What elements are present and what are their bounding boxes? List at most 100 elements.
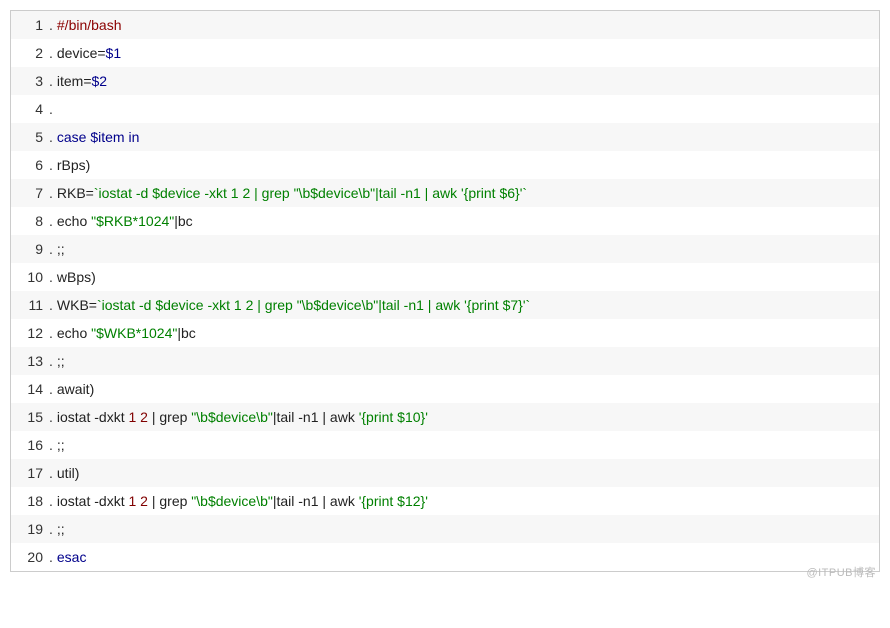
code-token: ;; xyxy=(57,521,65,537)
code-token: `iostat -d $device -xkt 1 2 | grep "\b$d… xyxy=(94,185,527,201)
code-token: wBps) xyxy=(57,269,96,285)
line-number-dot: . xyxy=(49,73,57,89)
line-content: WKB=`iostat -d $device -xkt 1 2 | grep "… xyxy=(57,297,530,313)
line-number-dot: . xyxy=(49,45,57,61)
line-content: RKB=`iostat -d $device -xkt 1 2 | grep "… xyxy=(57,185,527,201)
code-token: in xyxy=(128,129,139,145)
line-number: 5 xyxy=(11,129,49,145)
code-line: 7.RKB=`iostat -d $device -xkt 1 2 | grep… xyxy=(11,179,879,207)
line-number-dot: . xyxy=(49,297,57,313)
code-line: 1.#/bin/bash xyxy=(11,11,879,39)
line-content: util) xyxy=(57,465,80,481)
code-line: 18.iostat -dxkt 1 2 | grep "\b$device\b"… xyxy=(11,487,879,515)
line-number: 9 xyxy=(11,241,49,257)
line-content: await) xyxy=(57,381,94,397)
code-line: 17.util) xyxy=(11,459,879,487)
line-number: 7 xyxy=(11,185,49,201)
code-token: ;; xyxy=(57,241,65,257)
line-content: ;; xyxy=(57,437,65,453)
line-content: iostat -dxkt 1 2 | grep "\b$device\b"|ta… xyxy=(57,493,428,509)
line-number: 18 xyxy=(11,493,49,509)
code-token: $2 xyxy=(92,73,108,89)
code-token: echo xyxy=(57,213,91,229)
line-number-dot: . xyxy=(49,241,57,257)
line-content: ;; xyxy=(57,241,65,257)
line-number: 8 xyxy=(11,213,49,229)
code-line: 10.wBps) xyxy=(11,263,879,291)
line-number-dot: . xyxy=(49,213,57,229)
code-token: | grep xyxy=(148,409,191,425)
line-number: 19 xyxy=(11,521,49,537)
code-token: "\b$device\b" xyxy=(191,409,273,425)
line-number-dot: . xyxy=(49,521,57,537)
code-line: 6.rBps) xyxy=(11,151,879,179)
line-number-dot: . xyxy=(49,549,57,565)
code-line: 11.WKB=`iostat -d $device -xkt 1 2 | gre… xyxy=(11,291,879,319)
code-line: 14.await) xyxy=(11,375,879,403)
code-token: |tail -n1 | awk xyxy=(273,493,359,509)
line-number-dot: . xyxy=(49,493,57,509)
code-token: $item xyxy=(90,129,124,145)
code-token: '{print $10}' xyxy=(359,409,428,425)
code-token: "$WKB*1024" xyxy=(91,325,177,341)
line-number: 14 xyxy=(11,381,49,397)
code-token: 2 xyxy=(140,493,148,509)
code-line: 9.;; xyxy=(11,235,879,263)
line-content: ;; xyxy=(57,353,65,369)
line-number: 20 xyxy=(11,549,49,565)
line-number-dot: . xyxy=(49,465,57,481)
code-token: #/bin/bash xyxy=(57,17,122,33)
line-number: 12 xyxy=(11,325,49,341)
line-number: 11 xyxy=(11,297,49,313)
line-content: iostat -dxkt 1 2 | grep "\b$device\b"|ta… xyxy=(57,409,428,425)
code-token: "\b$device\b" xyxy=(191,493,273,509)
code-line: 19.;; xyxy=(11,515,879,543)
code-token: |tail -n1 | awk xyxy=(273,409,359,425)
code-token: rBps) xyxy=(57,157,90,173)
code-token: '{print $12}' xyxy=(359,493,428,509)
line-number-dot: . xyxy=(49,381,57,397)
code-token: esac xyxy=(57,549,87,565)
line-number-dot: . xyxy=(49,269,57,285)
code-line: 5.case $item in xyxy=(11,123,879,151)
line-number-dot: . xyxy=(49,157,57,173)
code-token: echo xyxy=(57,325,91,341)
line-number: 6 xyxy=(11,157,49,173)
code-line: 13.;; xyxy=(11,347,879,375)
code-line: 16.;; xyxy=(11,431,879,459)
line-content: esac xyxy=(57,549,87,565)
line-content: item=$2 xyxy=(57,73,107,89)
code-line: 8.echo "$RKB*1024"|bc xyxy=(11,207,879,235)
line-content: echo "$WKB*1024"|bc xyxy=(57,325,196,341)
watermark: @ITPUB博客 xyxy=(806,564,876,580)
code-token: "$RKB*1024" xyxy=(91,213,174,229)
line-number: 4 xyxy=(11,101,49,117)
code-token: |bc xyxy=(174,213,192,229)
line-number-dot: . xyxy=(49,325,57,341)
code-token: case xyxy=(57,129,87,145)
code-line: 15.iostat -dxkt 1 2 | grep "\b$device\b"… xyxy=(11,403,879,431)
code-line: 20.esac xyxy=(11,543,879,571)
code-token: ;; xyxy=(57,437,65,453)
line-number: 16 xyxy=(11,437,49,453)
line-number: 15 xyxy=(11,409,49,425)
code-line: 3.item=$2 xyxy=(11,67,879,95)
code-token: item= xyxy=(57,73,92,89)
code-token: util) xyxy=(57,465,80,481)
code-token: |bc xyxy=(177,325,195,341)
line-number: 17 xyxy=(11,465,49,481)
line-content: echo "$RKB*1024"|bc xyxy=(57,213,193,229)
line-number: 13 xyxy=(11,353,49,369)
code-token: iostat -dxkt xyxy=(57,493,129,509)
code-token: 2 xyxy=(140,409,148,425)
line-number: 10 xyxy=(11,269,49,285)
code-token: RKB= xyxy=(57,185,94,201)
code-token: ;; xyxy=(57,353,65,369)
line-content: device=$1 xyxy=(57,45,121,61)
line-content: ;; xyxy=(57,521,65,537)
line-number-dot: . xyxy=(49,129,57,145)
code-token: await) xyxy=(57,381,94,397)
line-content: wBps) xyxy=(57,269,96,285)
line-number-dot: . xyxy=(49,101,57,117)
line-content: rBps) xyxy=(57,157,90,173)
